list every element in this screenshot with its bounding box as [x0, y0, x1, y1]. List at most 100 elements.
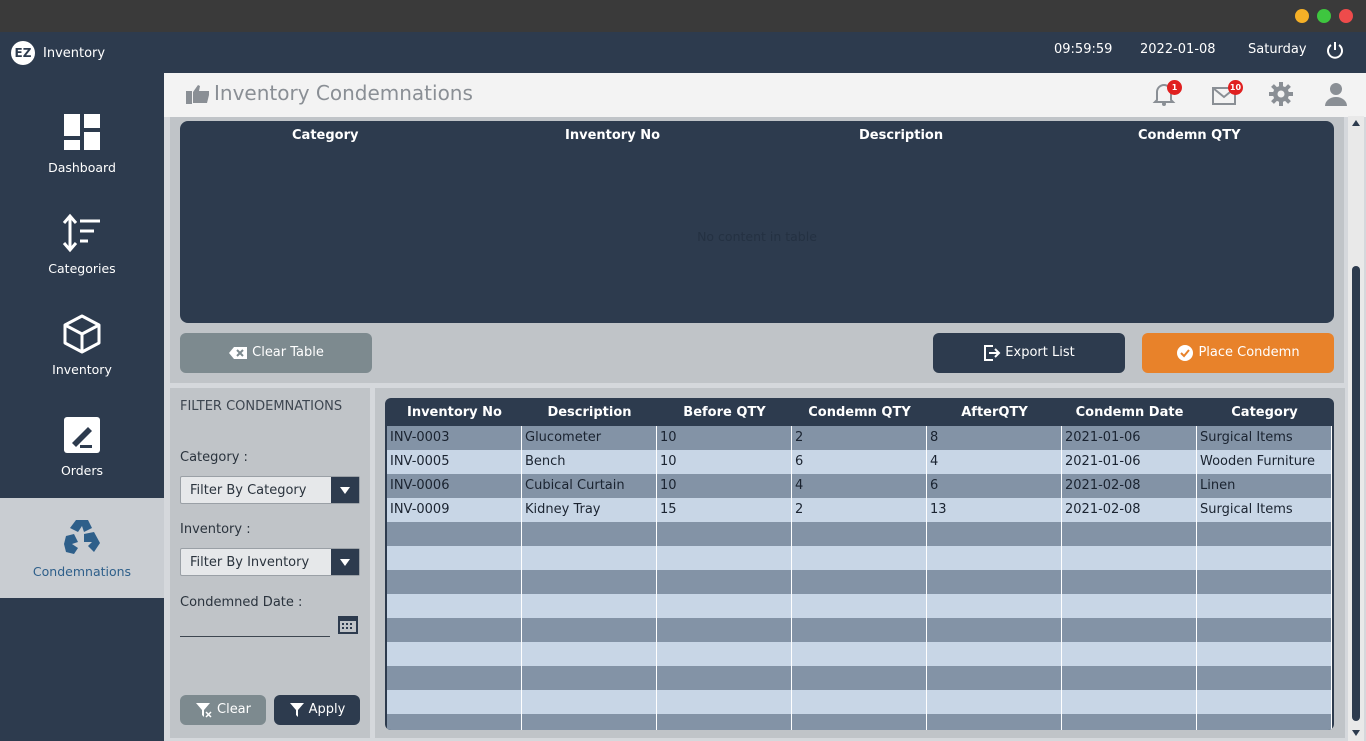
- date-input[interactable]: [180, 636, 330, 637]
- user-icon[interactable]: [1323, 81, 1349, 107]
- table-cell: [387, 642, 522, 666]
- table-cell: [522, 594, 657, 618]
- sidebar-item-categories[interactable]: Categories: [0, 195, 164, 295]
- table-row[interactable]: INV-0009 Kidney Tray 15 2 13 2021-02-08 Surgic…: [387, 498, 1332, 522]
- clear-filter-label: Clear: [217, 702, 251, 717]
- export-list-button[interactable]: Export List: [933, 333, 1125, 373]
- sidebar-item-orders[interactable]: Orders: [0, 397, 164, 497]
- column-header[interactable]: Description: [859, 128, 943, 143]
- sidebar-item-condemnations[interactable]: Condemnations: [0, 498, 164, 598]
- table-row[interactable]: [387, 618, 1332, 642]
- table-cell: [387, 690, 522, 714]
- column-header[interactable]: Condemn Date: [1062, 405, 1197, 420]
- category-filter-value: Filter By Category: [190, 483, 307, 498]
- notifications-button[interactable]: 1: [1151, 80, 1182, 109]
- table-cell: [522, 522, 657, 546]
- table-row[interactable]: [387, 690, 1332, 714]
- table-cell: 10: [657, 426, 792, 450]
- inventory-filter-select[interactable]: Filter By Inventory: [180, 548, 360, 576]
- filter-heading: FILTER CONDEMNATIONS: [180, 399, 343, 414]
- table-cell: Surgical Items: [1197, 498, 1332, 522]
- column-header[interactable]: AfterQTY: [927, 405, 1062, 420]
- table-row[interactable]: [387, 642, 1332, 666]
- category-filter-label: Category :: [180, 450, 248, 465]
- apply-filter-button[interactable]: Apply: [274, 695, 360, 725]
- column-header[interactable]: Condemn QTY: [792, 405, 927, 420]
- column-header[interactable]: Before QTY: [657, 405, 792, 420]
- scroll-down-icon[interactable]: [1352, 730, 1360, 736]
- sidebar-item-label: Categories: [48, 261, 116, 276]
- table-cell: Linen: [1197, 474, 1332, 498]
- table-cell: [387, 594, 522, 618]
- table-row[interactable]: INV-0005 Bench 10 6 4 2021-01-06 Wooden Furnit…: [387, 450, 1332, 474]
- column-header[interactable]: Inventory No: [565, 128, 660, 143]
- scrollbar[interactable]: [1348, 116, 1364, 741]
- check-circle-icon: [1177, 344, 1194, 361]
- table-cell: [1062, 546, 1197, 570]
- main-content: Inventory Condemnations 1 10 Category In…: [164, 73, 1366, 741]
- gear-icon[interactable]: [1268, 81, 1294, 107]
- table-cell: 10: [657, 450, 792, 474]
- place-condemn-button[interactable]: Place Condemn: [1142, 333, 1334, 373]
- table-cell: Cubical Curtain: [522, 474, 657, 498]
- column-header[interactable]: Inventory No: [387, 405, 522, 420]
- table-cell: [792, 570, 927, 594]
- table-cell: [792, 594, 927, 618]
- clear-table-button[interactable]: Clear Table: [180, 333, 372, 373]
- scroll-up-icon[interactable]: [1352, 120, 1360, 126]
- empty-table-message: No content in table: [697, 229, 817, 244]
- close-button[interactable]: [1339, 9, 1353, 23]
- top-bar: EZ Inventory 09:59:59 2022-01-08 Saturda…: [0, 32, 1366, 73]
- table-row[interactable]: [387, 666, 1332, 690]
- table-row[interactable]: [387, 714, 1332, 730]
- export-list-label: Export List: [1005, 345, 1075, 360]
- table-row[interactable]: [387, 522, 1332, 546]
- table-cell: 2021-02-08: [1062, 498, 1197, 522]
- table-cell: [792, 618, 927, 642]
- table-cell: [927, 522, 1062, 546]
- table-cell: [927, 714, 1062, 730]
- filter-clear-icon: [196, 702, 212, 718]
- table-cell: Surgical Items: [1197, 426, 1332, 450]
- category-filter-select[interactable]: Filter By Category: [180, 476, 360, 504]
- clear-filter-button[interactable]: Clear: [180, 695, 266, 725]
- sidebar-item-inventory[interactable]: Inventory: [0, 296, 164, 396]
- chevron-down-icon[interactable]: [331, 477, 359, 503]
- inventory-filter-label: Inventory :: [180, 522, 251, 537]
- column-header[interactable]: Condemn QTY: [1138, 128, 1241, 143]
- sidebar-item-dashboard[interactable]: Dashboard: [0, 94, 164, 194]
- table-cell: [1197, 618, 1332, 642]
- app-title: Inventory: [43, 46, 106, 61]
- filter-panel: FILTER CONDEMNATIONS Category : Filter B…: [170, 388, 370, 738]
- table-cell: [522, 618, 657, 642]
- column-header[interactable]: Category: [292, 128, 358, 143]
- chevron-down-icon[interactable]: [331, 549, 359, 575]
- apply-filter-label: Apply: [308, 702, 346, 717]
- table-row[interactable]: [387, 570, 1332, 594]
- sidebar-item-label: Dashboard: [48, 160, 116, 175]
- export-icon: [984, 344, 1001, 361]
- column-header[interactable]: Category: [1197, 405, 1332, 420]
- table-cell: [1062, 666, 1197, 690]
- table-cell: [1197, 546, 1332, 570]
- scrollbar-thumb[interactable]: [1352, 266, 1360, 721]
- power-icon[interactable]: [1325, 40, 1345, 60]
- table-row[interactable]: INV-0006 Cubical Curtain 10 4 6 2021-02-08 Lin…: [387, 474, 1332, 498]
- table-cell: [522, 642, 657, 666]
- table-cell: [657, 546, 792, 570]
- messages-button[interactable]: 10: [1211, 80, 1243, 109]
- table-cell: 2021-02-08: [1062, 474, 1197, 498]
- minimize-button[interactable]: [1295, 9, 1309, 23]
- table-cell: [792, 666, 927, 690]
- table-cell: [792, 546, 927, 570]
- maximize-button[interactable]: [1317, 9, 1331, 23]
- sort-icon: [62, 213, 100, 253]
- table-cell: [387, 666, 522, 690]
- calendar-icon[interactable]: [338, 614, 358, 634]
- table-row[interactable]: [387, 594, 1332, 618]
- column-header[interactable]: Description: [522, 405, 657, 420]
- table-row[interactable]: INV-0003 Glucometer 10 2 8 2021-01-06 Surgical…: [387, 426, 1332, 450]
- condemnation-history-table: Inventory No Description Before QTY Cond…: [385, 398, 1334, 730]
- table-row[interactable]: [387, 546, 1332, 570]
- table-cell: [927, 618, 1062, 642]
